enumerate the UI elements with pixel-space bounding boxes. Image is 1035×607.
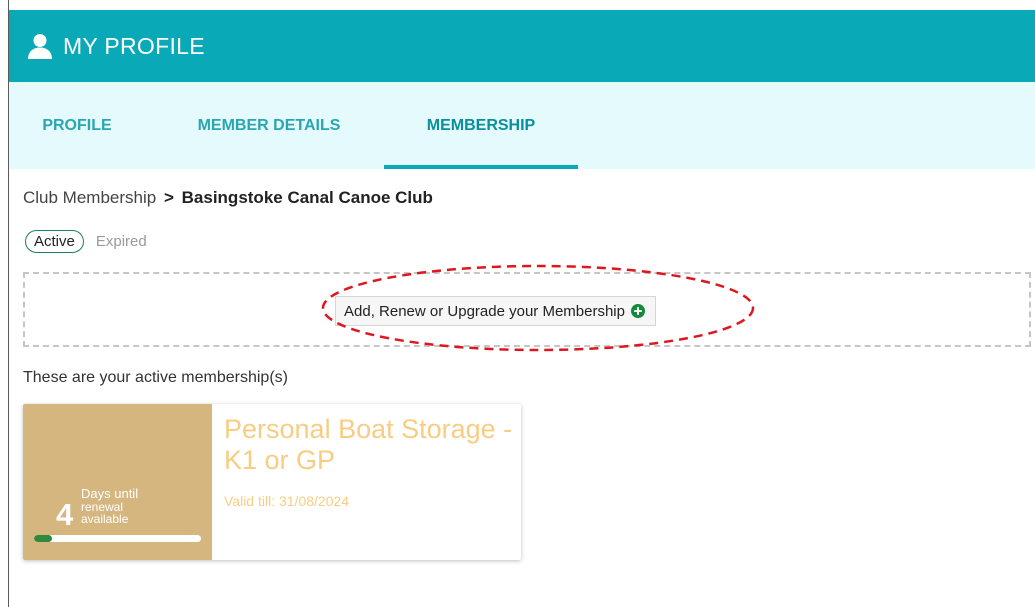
filter-active[interactable]: Active [25,230,84,253]
add-button-label: Add, Renew or Upgrade your Membership [344,302,625,320]
membership-title: Personal Boat Storage - K1 or GP [224,414,513,475]
page-title: MY PROFILE [63,32,205,59]
user-icon [26,32,54,60]
tab-membership-label: MEMBERSHIP [426,116,536,134]
tab-membership[interactable]: MEMBERSHIP [384,82,578,169]
active-memberships-label: These are your active membership(s) [23,369,288,386]
breadcrumb-current: Basingstoke Canal Canoe Club [181,188,433,207]
add-renew-upgrade-button[interactable]: Add, Renew or Upgrade your Membership [335,296,656,326]
plus-circle-icon [630,304,645,318]
membership-card[interactable]: 4 Days until renewal available Personal … [23,404,521,560]
days-caption-line3: available [81,512,129,527]
tab-member-details[interactable]: MEMBER DETAILS [169,82,369,169]
breadcrumb-parent[interactable]: Club Membership [23,188,156,207]
membership-valid-date: Valid till: 31/08/2024 [224,493,350,509]
tab-profile[interactable]: PROFILE [27,82,127,169]
renewal-progress-bar [34,535,201,542]
breadcrumb: Club Membership > Basingstoke Canal Cano… [23,188,433,208]
renewal-progress-fill [34,535,53,542]
tab-bar: PROFILE MEMBER DETAILS MEMBERSHIP [9,82,1035,169]
active-tab-indicator [384,165,578,169]
days-caption: Days until renewal available [81,487,138,526]
days-count: 4 [56,497,74,532]
page: MY PROFILE PROFILE MEMBER DETAILS MEMBER… [0,0,1035,607]
membership-filter: Active Expired [25,230,147,253]
breadcrumb-separator: > [163,188,174,207]
days-caption-line1: Days until [81,486,139,501]
renewal-panel: 4 Days until renewal available [23,404,212,560]
filter-expired[interactable]: Expired [96,233,147,250]
profile-header: MY PROFILE [9,10,1035,82]
